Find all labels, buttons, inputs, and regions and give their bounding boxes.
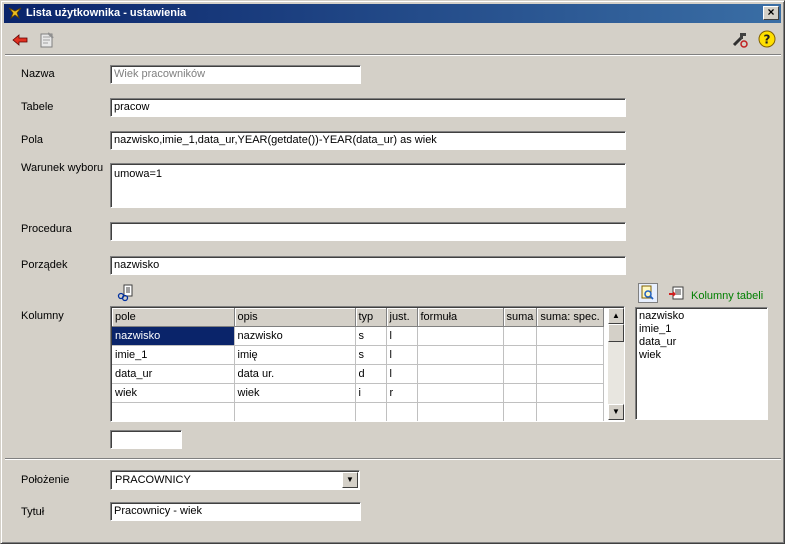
grid-cell[interactable] [234,402,356,421]
close-button[interactable]: × [763,6,779,20]
grid-cell[interactable] [536,383,604,403]
settings-window: Lista użytkownika - ustawienia × ? Nazwa… [0,0,785,544]
grid-cell[interactable] [417,326,504,346]
table-row[interactable]: data_ur data ur. d l [112,364,604,384]
grid-cell[interactable] [503,345,538,365]
toolbar-separator [5,54,781,56]
grid-cell[interactable]: data ur. [234,364,356,384]
pola-label: Pola [21,134,44,146]
app-icon [8,7,22,20]
nazwa-label: Nazwa [21,68,55,80]
kolumny-label: Kolumny [21,310,64,322]
bottom-separator [5,458,781,460]
grid-cell[interactable]: i [355,383,387,403]
grid-cell[interactable] [536,364,604,384]
grid-cell[interactable] [417,345,504,365]
grid-cell[interactable] [355,402,387,421]
porzadek-label: Porządek [21,259,68,271]
grid-cell[interactable] [536,345,604,365]
grid-cell[interactable] [503,402,538,421]
grid-cell[interactable]: l [386,345,418,365]
kolumny-tabeli-label[interactable]: Kolumny tabeli [691,290,763,302]
small-field[interactable] [110,430,182,449]
table-row[interactable]: nazwisko nazwisko s l [112,326,604,346]
pola-field[interactable]: nazwisko,imie_1,data_ur,YEAR(getdate())-… [110,131,626,150]
tytul-field[interactable]: Pracownicy - wiek [110,502,361,521]
nazwa-field[interactable]: Wiek pracowników [110,65,361,84]
list-item[interactable]: wiek [639,349,764,362]
edit-icon[interactable] [37,30,57,50]
add-columns-icon[interactable] [667,284,687,304]
grid-cell[interactable]: nazwisko [234,326,356,346]
grid-cell[interactable] [536,402,604,421]
grid-cell[interactable] [503,326,538,346]
porzadek-field[interactable]: nazwisko [110,256,626,275]
grid-vertical-scrollbar[interactable]: ▲ ▼ [608,308,624,420]
scroll-thumb[interactable] [608,324,624,342]
grid-cell[interactable]: s [355,326,387,346]
grid-header-just[interactable]: just. [386,308,418,327]
grid-header-row: pole opis typ just. formuła suma suma: s… [112,308,604,327]
grid-cell[interactable] [386,402,418,421]
warunek-textarea[interactable]: umowa=1 [110,163,626,208]
window-title: Lista użytkownika - ustawienia [26,7,187,19]
tools-icon[interactable] [730,29,750,49]
table-row[interactable]: imie_1 imię s l [112,345,604,365]
grid-header-suma-spec[interactable]: suma: spec. [536,308,604,327]
table-row[interactable]: wiek wiek i r [112,383,604,403]
grid-cell[interactable]: imie_1 [112,345,235,365]
grid-cell[interactable]: r [386,383,418,403]
grid-cell[interactable] [503,383,538,403]
grid-cell[interactable]: nazwisko [112,326,235,346]
polozenie-select[interactable]: PRACOWNICY ▼ [110,470,360,490]
table-columns-list[interactable]: nazwisko imie_1 data_ur wiek [635,307,768,420]
grid-cell[interactable] [417,402,504,421]
grid-cell[interactable] [536,326,604,346]
grid-header-suma[interactable]: suma [503,308,538,327]
title-bar[interactable]: Lista użytkownika - ustawienia [4,4,781,23]
tabele-field[interactable]: pracow [110,98,626,117]
grid-cell[interactable]: data_ur [112,364,235,384]
grid-cell[interactable]: d [355,364,387,384]
scroll-down-icon[interactable]: ▼ [608,404,624,420]
procedura-label: Procedura [21,223,72,235]
scroll-up-icon[interactable]: ▲ [608,308,624,324]
procedura-field[interactable] [110,222,626,241]
grid-cell[interactable]: wiek [112,383,235,403]
grid-header-typ[interactable]: typ [355,308,387,327]
grid-cell[interactable]: wiek [234,383,356,403]
chevron-down-icon[interactable]: ▼ [342,472,358,488]
columns-table: pole opis typ just. formuła suma suma: s… [112,308,604,421]
warunek-label: Warunek wyboru [21,162,104,174]
grid-header-formula[interactable]: formuła [417,308,504,327]
grid-cell[interactable] [417,364,504,384]
grid-cell[interactable]: l [386,326,418,346]
table-row[interactable] [112,402,604,421]
grid-cell[interactable] [503,364,538,384]
polozenie-value: PRACOWNICY [115,474,191,486]
grid-cell[interactable] [112,402,235,421]
columns-grid[interactable]: pole opis typ just. formuła suma suma: s… [110,306,625,422]
grid-cell[interactable]: l [386,364,418,384]
column-tools-icon[interactable] [116,282,136,302]
list-item[interactable]: nazwisko [639,310,764,323]
grid-cell[interactable] [417,383,504,403]
grid-header-opis[interactable]: opis [234,308,356,327]
grid-header-pole[interactable]: pole [112,308,235,327]
help-icon[interactable]: ? [757,29,777,49]
list-item[interactable]: data_ur [639,336,764,349]
tytul-label: Tytuł [21,506,45,518]
polozenie-label: Położenie [21,474,70,486]
back-arrow-icon[interactable] [10,30,30,50]
tabele-label: Tabele [21,101,54,113]
list-item[interactable]: imie_1 [639,323,764,336]
search-columns-icon[interactable] [638,283,658,303]
svg-text:?: ? [764,33,771,47]
grid-cell[interactable]: s [355,345,387,365]
grid-cell[interactable]: imię [234,345,356,365]
